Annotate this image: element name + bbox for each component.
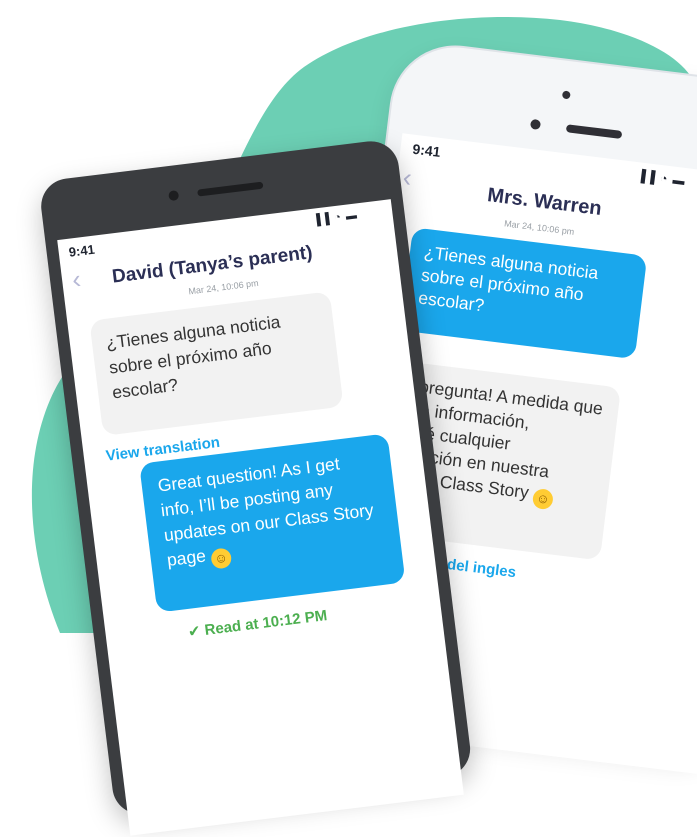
back-chevron-icon[interactable]: ‹ xyxy=(401,162,413,194)
phone-sensor xyxy=(561,90,571,100)
incoming-message-bubble: ¿Tienes alguna noticia sobre el próximo … xyxy=(89,291,344,436)
outgoing-message-bubble: ¿Tienes alguna noticia sobre el próximo … xyxy=(400,227,648,360)
phone-speaker xyxy=(197,181,264,197)
signal-wifi-battery-icon: ▐▐ ◔ ▬ xyxy=(636,168,687,189)
outgoing-message-bubble: Great question! As I get info, I’ll be p… xyxy=(139,433,406,613)
conversation-title: Mrs. Warren xyxy=(486,184,603,220)
message-text: ¿Tienes alguna noticia sobre el próximo … xyxy=(104,311,282,403)
read-receipt: ✔ Read at 10:12 PM xyxy=(186,607,329,642)
message-date: Mar 24, 10:06 pm xyxy=(503,218,575,237)
front-phone-screen: 9:41 ▐▐ ◔ ▬ ‹ David (Tanya’s parent) Mar… xyxy=(57,199,464,836)
message-text: ¿Tienes alguna noticia sobre el próximo … xyxy=(417,241,600,316)
message-text: Great question! As I get info, I’ll be p… xyxy=(156,453,375,571)
phone-camera xyxy=(168,189,180,202)
status-time: 9:41 xyxy=(67,241,96,260)
back-chevron-icon[interactable]: ‹ xyxy=(70,264,82,296)
phone-speaker xyxy=(565,124,623,139)
status-time: 9:41 xyxy=(411,140,442,160)
smile-emoji-icon: ☺ xyxy=(531,487,555,511)
signal-wifi-battery-icon: ▐▐ ◔ ▬ xyxy=(312,209,359,227)
message-date: Mar 24, 10:06 pm xyxy=(187,277,260,297)
phone-camera xyxy=(529,118,542,130)
conversation-title: David (Tanya’s parent) xyxy=(110,242,314,288)
smile-emoji-icon: ☺ xyxy=(209,547,233,570)
